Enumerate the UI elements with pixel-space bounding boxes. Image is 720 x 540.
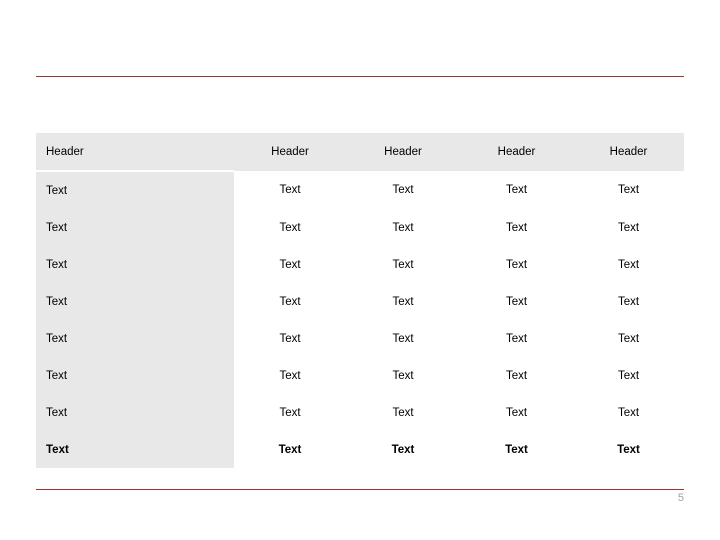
table-cell: Text	[234, 357, 346, 394]
table-row: Text Text Text Text Text	[36, 246, 684, 283]
table-cell: Text	[346, 283, 460, 320]
table-cell: Text	[460, 394, 573, 431]
table-row: Text Text Text Text Text	[36, 394, 684, 431]
table-header-cell: Header	[234, 133, 346, 171]
table-cell: Text	[460, 283, 573, 320]
table-cell: Text	[36, 283, 234, 320]
table-cell: Text	[573, 283, 684, 320]
table-cell: Text	[573, 394, 684, 431]
table-cell: Text	[573, 246, 684, 283]
data-table-container: Header Header Header Header Header Text Text Te…	[36, 133, 684, 468]
table-row: Text Text Text Text Text	[36, 283, 684, 320]
table-cell: Text	[460, 246, 573, 283]
table-cell: Text	[346, 394, 460, 431]
table-cell: Text	[234, 283, 346, 320]
table-cell: Text	[346, 357, 460, 394]
table-cell: Text	[36, 431, 234, 468]
table-header-cell: Header	[573, 133, 684, 171]
table-cell: Text	[573, 357, 684, 394]
table-cell: Text	[36, 357, 234, 394]
table-cell: Text	[460, 209, 573, 246]
table-cell: Text	[346, 171, 460, 209]
table-cell: Text	[573, 171, 684, 209]
table-cell: Text	[573, 209, 684, 246]
table-cell: Text	[36, 209, 234, 246]
table-cell: Text	[234, 320, 346, 357]
table-cell: Text	[234, 209, 346, 246]
table-row: Text Text Text Text Text	[36, 171, 684, 209]
table-cell: Text	[36, 320, 234, 357]
table-cell: Text	[573, 320, 684, 357]
table-cell: Text	[234, 246, 346, 283]
table-header-cell: Header	[460, 133, 573, 171]
table-cell: Text	[460, 431, 573, 468]
data-table: Header Header Header Header Header Text Text Te…	[36, 133, 684, 468]
table-cell: Text	[460, 320, 573, 357]
slide: Header Header Header Header Header Text Text Te…	[0, 0, 720, 540]
table-cell: Text	[36, 394, 234, 431]
bottom-divider-rule	[36, 489, 684, 490]
page-number: 5	[677, 492, 684, 504]
table-cell: Text	[36, 171, 234, 209]
table-row: Text Text Text Text Text	[36, 320, 684, 357]
table-cell: Text	[36, 246, 234, 283]
table-cell: Text	[346, 209, 460, 246]
table-cell: Text	[346, 320, 460, 357]
table-header-cell: Header	[346, 133, 460, 171]
table-row: Text Text Text Text Text	[36, 209, 684, 246]
table-cell: Text	[573, 431, 684, 468]
table-row: Text Text Text Text Text	[36, 357, 684, 394]
table-cell: Text	[460, 171, 573, 209]
table-cell: Text	[234, 431, 346, 468]
table-cell: Text	[346, 246, 460, 283]
table-cell: Text	[460, 357, 573, 394]
table-cell: Text	[346, 431, 460, 468]
table-row: Text Text Text Text Text	[36, 431, 684, 468]
table-header-cell: Header	[36, 133, 234, 172]
table-cell: Text	[234, 171, 346, 209]
table-header-row: Header Header Header Header Header	[36, 133, 684, 172]
table-cell: Text	[234, 394, 346, 431]
top-divider-rule	[36, 76, 684, 77]
